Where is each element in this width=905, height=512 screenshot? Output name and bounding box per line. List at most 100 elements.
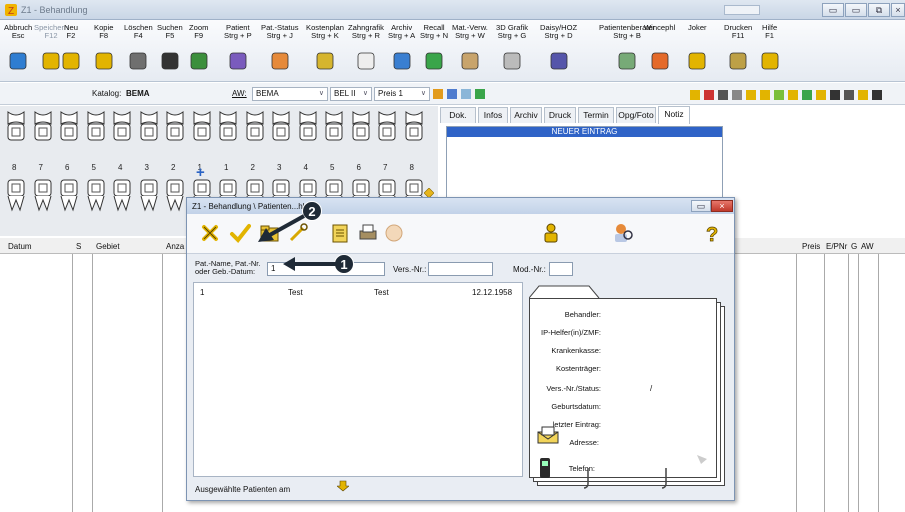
upper-tooth[interactable] [297,110,319,141]
cancel-x-icon[interactable] [199,222,221,244]
upper-tooth[interactable] [323,110,345,141]
doctor-icon[interactable] [540,222,562,244]
mod-nr-input[interactable] [549,262,573,276]
restore-button[interactable]: ▭ [845,3,867,17]
lower-tooth[interactable] [58,178,80,212]
strip-tool-icon[interactable] [704,90,714,100]
brush-icon[interactable] [475,89,485,99]
price-select[interactable]: Preis 1 ∨ [374,87,430,101]
new-entry-row[interactable]: NEUER EINTRAG [447,127,722,137]
upper-tooth[interactable] [5,110,27,141]
col-anzahl[interactable]: Anza [166,242,184,251]
col-g[interactable]: G [851,242,857,251]
tab-druck[interactable]: Druck [544,107,576,123]
toolbar-winceph-button[interactable]: Wincephl [644,24,675,70]
col-epnr[interactable]: E/PNr [826,242,847,251]
upper-tooth[interactable] [403,110,425,141]
strip-tool-icon[interactable] [872,90,882,100]
lower-tooth[interactable] [85,178,107,212]
toolbar-patient-status-button[interactable]: Pat.-Status Strg + J [261,24,299,70]
tab-dok[interactable]: Dok. [440,107,476,123]
disabled-circle-icon[interactable] [383,222,405,244]
toolbar-archive-button[interactable]: Archiv Strg + A [388,24,415,70]
toolbar-binoculars-button[interactable]: Suchen F5 [157,24,183,70]
strip-tool-icon[interactable] [788,90,798,100]
upper-tooth[interactable] [191,110,213,141]
toolbar-3d-graphic-button[interactable]: 3D Grafik Strg + G [496,24,528,70]
strip-tool-icon[interactable] [858,90,868,100]
upper-tooth[interactable] [270,110,292,141]
strip-tool-icon[interactable] [816,90,826,100]
col-gebiet[interactable]: Gebiet [96,242,120,251]
help-icon[interactable]: ? [702,222,724,244]
minimize-button[interactable]: ▭ [822,3,844,17]
strip-tool-icon[interactable] [830,90,840,100]
upper-tooth[interactable] [138,110,160,141]
col-datum[interactable]: Datum [8,242,32,251]
confirm-check-icon[interactable] [229,222,251,244]
dialog-close-button[interactable]: × [711,200,733,212]
upper-tooth[interactable] [350,110,372,141]
strip-tool-icon[interactable] [746,90,756,100]
col-aw[interactable]: AW [861,242,874,251]
col-preis[interactable]: Preis [802,242,820,251]
toolbar-exit-button[interactable]: Abbruch Esc [4,24,32,70]
close-button[interactable]: × [891,3,905,17]
toolbar-patient-card-button[interactable]: Patient Strg + P [224,24,252,70]
patient-search-icon[interactable] [612,222,634,244]
strip-tool-icon[interactable] [718,90,728,100]
upper-tooth[interactable] [217,110,239,141]
book-icon[interactable] [447,89,457,99]
toolbar-printer-button[interactable]: Drucken F11 [724,24,752,70]
toolbar-help-button[interactable]: Hilfe F1 [761,24,778,70]
patient-result-row[interactable]: 1 Test Test 12.12.1958 [194,288,524,298]
toolbar-daisy-button[interactable]: Daisy/HOZ Strg + D [540,24,577,70]
toolbar-cost-plan-button[interactable]: Kostenplan Strg + K [306,24,344,70]
strip-tool-icon[interactable] [690,90,700,100]
lower-tooth[interactable] [138,178,160,212]
upper-tooth[interactable] [32,110,54,141]
pen-icon[interactable] [433,89,443,99]
tab-infos[interactable]: Infos [478,107,508,123]
tab-notiz[interactable]: Notiz [658,106,690,124]
toolbar-joker-button[interactable]: Joker [688,24,707,70]
list-icon[interactable] [329,222,351,244]
right-icon-strip[interactable] [688,88,905,102]
strip-tool-icon[interactable] [732,90,742,100]
toolbar-zoom-button[interactable]: Zoom F9 [189,24,208,70]
strip-tool-icon[interactable] [802,90,812,100]
toolbar-recall-button[interactable]: Recall Strg + N [420,24,448,70]
upper-tooth[interactable] [244,110,266,141]
lower-tooth[interactable] [32,178,54,212]
aw-select[interactable]: BEMA ∨ [252,87,328,101]
tab-archiv[interactable]: Archiv [510,107,542,123]
lower-tooth[interactable] [5,178,27,212]
lower-tooth[interactable] [111,178,133,212]
vers-nr-input[interactable] [428,262,493,276]
bel-select[interactable]: BEL II ∨ [330,87,372,101]
upper-tooth[interactable] [58,110,80,141]
upper-tooth[interactable] [85,110,107,141]
toolbar-tooth-graphic-button[interactable]: Zahngrafik Strg + R [348,24,384,70]
arrow-down-icon[interactable] [337,480,349,492]
printer-icon[interactable] [357,222,379,244]
maximize-button[interactable]: ⧉ [868,3,890,17]
note-panel[interactable]: NEUER EINTRAG [446,126,723,200]
strip-tool-icon[interactable] [844,90,854,100]
toolbar-new-button[interactable]: Neu F2 [62,24,80,70]
upper-tooth[interactable] [111,110,133,141]
dialog-minimize-button[interactable]: ▭ [691,200,711,212]
strip-tool-icon[interactable] [774,90,784,100]
col-s[interactable]: S [76,242,81,251]
lower-tooth[interactable] [164,178,186,212]
toolbar-copy-button[interactable]: Kopie F8 [94,24,113,70]
strip-tool-icon[interactable] [760,90,770,100]
upper-tooth[interactable] [164,110,186,141]
calendar-icon[interactable] [461,89,471,99]
tab-termin[interactable]: Termin [578,107,614,123]
toolbar-trash-button[interactable]: Löschen F4 [124,24,153,70]
quick-icons[interactable] [433,87,493,101]
tab-opgfoto[interactable]: Opg/Foto [616,107,656,123]
toolbar-material-button[interactable]: Mat.-Verw. Strg + W [452,24,488,70]
upper-tooth[interactable] [376,110,398,141]
